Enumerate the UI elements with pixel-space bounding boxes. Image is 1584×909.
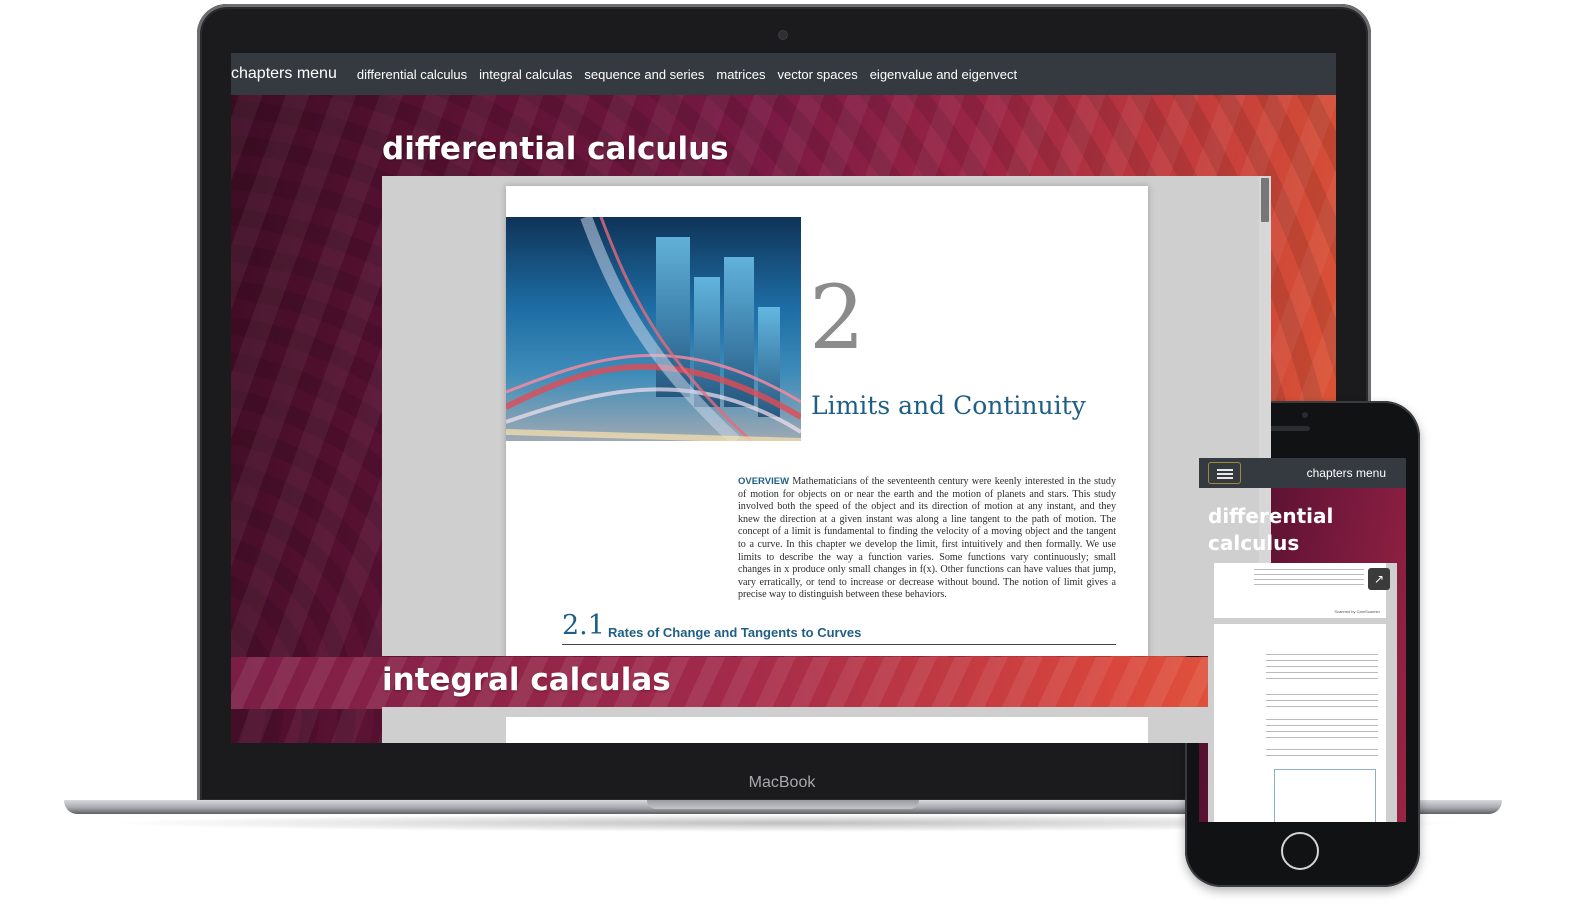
section-title-integral: integral calculas: [382, 662, 671, 698]
phone-pdf-page: [1214, 624, 1386, 822]
pdf-viewer[interactable]: 2 Limits and Continuity OVERVIEW Mathema…: [382, 176, 1271, 656]
nav-link-vector-spaces[interactable]: vector spaces: [778, 67, 858, 82]
pdf-page: 2 Limits and Continuity OVERVIEW Mathema…: [506, 186, 1148, 656]
phone-scan-footer: Scanned by CamScanner: [1334, 609, 1380, 614]
nav-link-integral-calculas[interactable]: integral calculas: [479, 67, 572, 82]
hamburger-menu-icon[interactable]: [1208, 462, 1241, 484]
phone-screen: chapters menu differential calculus Scan…: [1199, 458, 1406, 822]
phone-navbar-brand[interactable]: chapters menu: [1307, 466, 1386, 480]
chapter-cover-image: [506, 217, 801, 441]
overview-text: Mathematicians of the seventeenth centur…: [738, 476, 1116, 601]
phone-section-title: differential calculus: [1208, 504, 1334, 555]
nav-link-matrices[interactable]: matrices: [716, 67, 765, 82]
laptop-hinge-notch: [647, 800, 919, 809]
viewer-scroll-thumb[interactable]: [1261, 178, 1269, 222]
top-navbar: chapters menu differential calculus inte…: [231, 53, 1336, 95]
overview-label: OVERVIEW: [738, 476, 790, 487]
pdf-page-integral: [506, 717, 1148, 743]
section-title-differential: differential calculus: [382, 131, 729, 167]
navbar-brand[interactable]: chapters menu: [231, 65, 337, 83]
section-divider: [562, 644, 1116, 645]
pdf-viewer-integral[interactable]: [382, 707, 1271, 743]
nav-link-differential-calculus[interactable]: differential calculus: [357, 67, 467, 82]
section-number: 2.1: [562, 610, 605, 641]
section-heading: Rates of Change and Tangents to Curves: [608, 625, 862, 640]
laptop-camera: [779, 31, 787, 39]
phone-page-table: [1274, 769, 1376, 822]
phone-navbar: chapters menu: [1199, 458, 1406, 488]
overview-paragraph: OVERVIEW Mathematicians of the seventeen…: [738, 476, 1116, 602]
nav-link-eigenvalue[interactable]: eigenvalue and eigenvect: [870, 67, 1017, 82]
phone-pdf-page-top: Scanned by CamScanner: [1214, 563, 1386, 618]
nav-link-sequence-and-series[interactable]: sequence and series: [584, 67, 704, 82]
external-link-icon[interactable]: ↗: [1368, 568, 1390, 590]
chapter-title: Limits and Continuity: [811, 391, 1086, 420]
phone-camera: [1302, 412, 1308, 418]
chapter-number: 2: [809, 266, 865, 369]
laptop-screen: chapters menu differential calculus inte…: [231, 53, 1336, 743]
phone-pdf-viewer[interactable]: Scanned by CamScanner ↗: [1208, 563, 1397, 822]
phone-home-button[interactable]: [1281, 832, 1319, 870]
